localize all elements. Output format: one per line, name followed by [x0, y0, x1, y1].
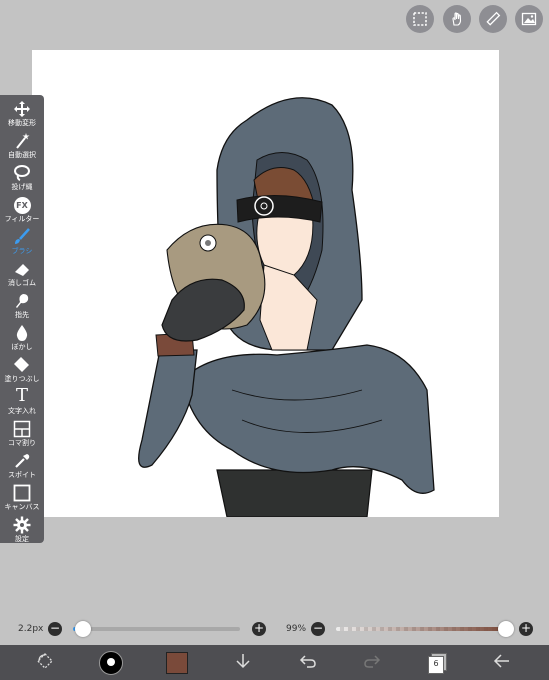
- tool-label: 指先: [15, 311, 29, 319]
- settings-icon: [13, 514, 31, 534]
- tool-label: ぼかし: [11, 343, 33, 351]
- brush-size-plus-button[interactable]: +: [252, 622, 266, 636]
- brush-size-button[interactable]: [96, 645, 126, 680]
- back-button[interactable]: [487, 645, 517, 680]
- tool-blur[interactable]: ぼかし: [0, 322, 44, 354]
- brush-size-label: 2.2px: [18, 624, 44, 634]
- transform-icon: [36, 652, 54, 674]
- tool-label: 塗りつぶし: [4, 375, 40, 383]
- brush-controls: 2.2px − + 99% − +: [0, 615, 549, 643]
- tool-fill[interactable]: 塗りつぶし: [0, 354, 44, 386]
- tool-label: 移動変形: [8, 119, 36, 127]
- tool-label: 設定: [15, 535, 29, 543]
- redo-icon: [363, 652, 381, 674]
- eraser-icon: [13, 258, 31, 278]
- opacity-plus-button[interactable]: +: [519, 622, 533, 636]
- opacity-label: 99%: [286, 624, 307, 634]
- layers-button[interactable]: 6: [422, 645, 452, 680]
- redo-button[interactable]: [357, 645, 387, 680]
- tool-label: フィルター: [4, 215, 40, 223]
- tool-eraser[interactable]: 消しゴム: [0, 258, 44, 290]
- drawing-canvas[interactable]: [32, 50, 499, 517]
- tool-canvas[interactable]: キャンバス: [0, 482, 44, 514]
- tool-label: スポイト: [8, 471, 36, 479]
- lasso-icon: [13, 162, 31, 182]
- opacity-slider-thumb[interactable]: [498, 621, 515, 637]
- magic-wand-icon: [13, 130, 31, 150]
- tool-label: 自動選択: [8, 151, 36, 159]
- layers-icon: 6: [428, 652, 447, 674]
- ruler-icon: [485, 11, 501, 27]
- bottom-toolbar: 6: [0, 645, 549, 680]
- color-swatch: [166, 651, 188, 674]
- opacity-minus-button[interactable]: −: [311, 622, 325, 636]
- color-button[interactable]: [162, 645, 192, 680]
- brush-size-slider[interactable]: [73, 627, 240, 631]
- canvas-workspace[interactable]: 移動変形 自動選択 投げ縄 FX フィルター ブラシ 消しゴム 指先 ぼかし 塗…: [0, 0, 549, 610]
- tool-brush[interactable]: ブラシ: [0, 226, 44, 258]
- canvas-icon: [13, 482, 31, 502]
- tool-eyedropper[interactable]: スポイト: [0, 450, 44, 482]
- selection-icon: [412, 11, 428, 27]
- fill-icon: [13, 354, 31, 374]
- frame-divider-icon: [13, 418, 31, 438]
- gallery-button[interactable]: [515, 5, 543, 33]
- tool-label: コマ割り: [8, 439, 36, 447]
- tool-frame-divider[interactable]: コマ割り: [0, 418, 44, 450]
- eyedropper-icon: [13, 450, 31, 470]
- brush-size-slider-thumb[interactable]: [75, 621, 92, 637]
- brush-size-icon: [99, 650, 123, 675]
- move-icon: [13, 98, 31, 118]
- tool-settings[interactable]: 設定: [0, 514, 44, 546]
- smudge-icon: [13, 290, 31, 310]
- tool-label: 投げ縄: [11, 183, 33, 191]
- fx-icon: FX: [13, 194, 31, 214]
- undo-icon: [299, 652, 317, 674]
- tool-move[interactable]: 移動変形: [0, 98, 44, 130]
- tool-lasso[interactable]: 投げ縄: [0, 162, 44, 194]
- tool-filter[interactable]: FX フィルター: [0, 194, 44, 226]
- back-icon: [493, 652, 511, 674]
- download-button[interactable]: [228, 645, 258, 680]
- tool-text[interactable]: T 文字入れ: [0, 386, 44, 418]
- opacity-slider[interactable]: [336, 627, 508, 631]
- hand-icon: [449, 11, 465, 27]
- blur-icon: [13, 322, 31, 342]
- ruler-button[interactable]: [479, 5, 507, 33]
- selection-button[interactable]: [406, 5, 434, 33]
- gallery-icon: [521, 11, 537, 27]
- undo-button[interactable]: [293, 645, 323, 680]
- tool-magic-wand[interactable]: 自動選択: [0, 130, 44, 162]
- brush-size-minus-button[interactable]: −: [48, 622, 62, 636]
- brush-icon: [13, 226, 31, 246]
- tool-label: ブラシ: [11, 247, 33, 255]
- transform-button[interactable]: [30, 645, 60, 680]
- tool-label: 消しゴム: [8, 279, 36, 287]
- tool-label: キャンバス: [4, 503, 40, 511]
- text-icon: T: [15, 385, 28, 406]
- tool-palette: 移動変形 自動選択 投げ縄 FX フィルター ブラシ 消しゴム 指先 ぼかし 塗…: [0, 95, 44, 543]
- tool-smudge[interactable]: 指先: [0, 290, 44, 322]
- artwork: [138, 97, 435, 517]
- download-icon: [234, 652, 252, 674]
- hand-button[interactable]: [443, 5, 471, 33]
- tool-label: 文字入れ: [8, 407, 36, 415]
